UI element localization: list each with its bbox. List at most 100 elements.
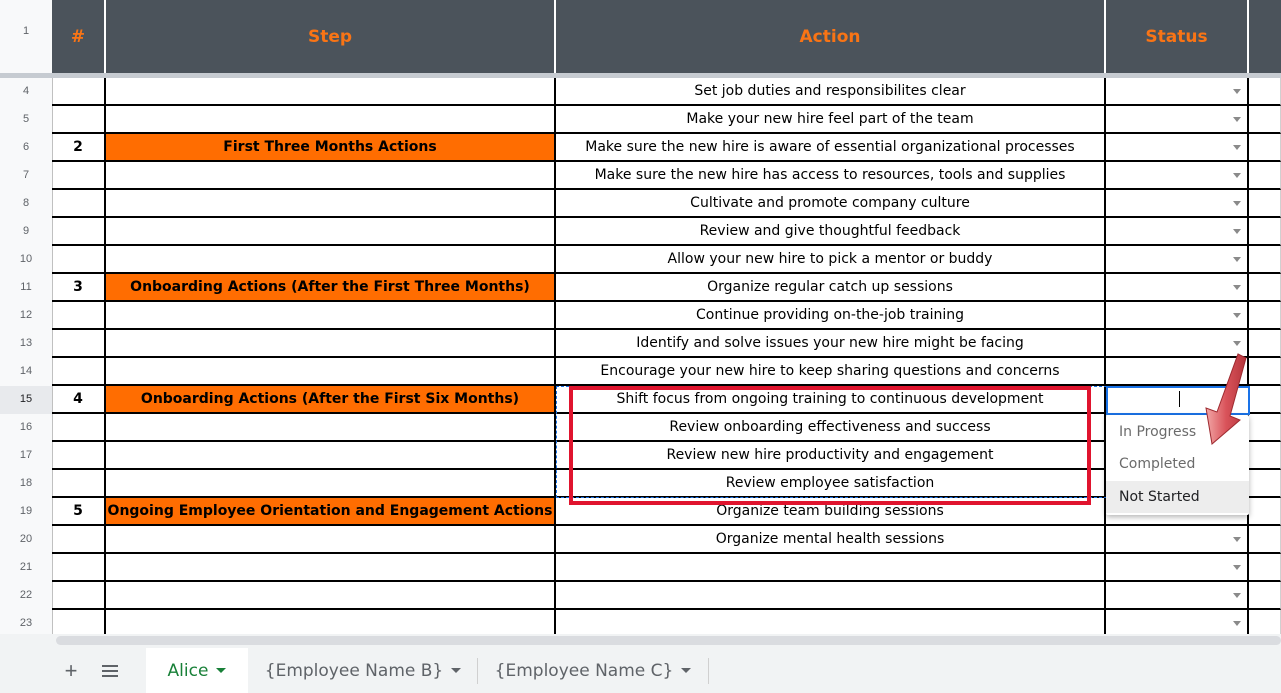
empty-cell[interactable] [1249, 246, 1281, 274]
empty-cell[interactable] [1249, 190, 1281, 218]
step-cell[interactable] [106, 190, 556, 218]
action-cell[interactable]: Review new hire productivity and engagem… [556, 442, 1106, 470]
step-cell[interactable] [106, 554, 556, 582]
empty-cell[interactable] [1249, 274, 1281, 302]
status-cell[interactable] [1106, 106, 1249, 134]
empty-cell[interactable] [1249, 302, 1281, 330]
row-header-11[interactable]: 11 [0, 274, 52, 302]
sheet-tab-alice[interactable]: Alice [146, 648, 248, 693]
status-cell[interactable] [1106, 190, 1249, 218]
step-cell[interactable] [106, 358, 556, 386]
action-cell[interactable]: Allow your new hire to pick a mentor or … [556, 246, 1106, 274]
chevron-down-icon[interactable] [1233, 228, 1241, 234]
number-cell[interactable] [52, 246, 106, 274]
action-cell[interactable]: Review and give thoughtful feedback [556, 218, 1106, 246]
empty-cell[interactable] [1249, 106, 1281, 134]
action-cell[interactable]: Identify and solve issues your new hire … [556, 330, 1106, 358]
empty-cell[interactable] [1249, 498, 1281, 526]
chevron-down-icon[interactable] [681, 668, 692, 673]
number-cell[interactable] [52, 582, 106, 610]
row-header-9[interactable]: 9 [0, 218, 52, 246]
step-cell[interactable]: Onboarding Actions (After the First Thre… [106, 274, 556, 302]
empty-cell[interactable] [1249, 162, 1281, 190]
row-header-21[interactable]: 21 [0, 554, 52, 582]
empty-cell[interactable] [1249, 582, 1281, 610]
action-cell[interactable]: Cultivate and promote company culture [556, 190, 1106, 218]
chevron-down-icon[interactable] [1233, 88, 1241, 94]
number-cell[interactable] [52, 190, 106, 218]
empty-cell[interactable] [1249, 134, 1281, 162]
empty-cell[interactable] [1249, 218, 1281, 246]
status-cell[interactable] [1106, 218, 1249, 246]
action-cell[interactable] [556, 582, 1106, 610]
step-cell[interactable] [106, 582, 556, 610]
chevron-down-icon[interactable] [1233, 312, 1241, 318]
dropdown-option-completed[interactable]: Completed [1106, 448, 1249, 480]
empty-cell[interactable] [1249, 554, 1281, 582]
number-cell[interactable] [52, 554, 106, 582]
number-cell[interactable] [52, 526, 106, 554]
sheet-tab-employee-c[interactable]: {Employee Name C} [479, 648, 707, 693]
row-header-18[interactable]: 18 [0, 470, 52, 498]
step-cell[interactable] [106, 330, 556, 358]
number-cell[interactable] [52, 470, 106, 498]
action-cell[interactable]: Organize team building sessions [556, 498, 1106, 526]
row-header-12[interactable]: 12 [0, 302, 52, 330]
step-cell[interactable] [106, 106, 556, 134]
action-cell[interactable]: Organize regular catch up sessions [556, 274, 1106, 302]
row-header-17[interactable]: 17 [0, 442, 52, 470]
status-cell[interactable] [1106, 554, 1249, 582]
step-cell[interactable] [106, 526, 556, 554]
row-header-15[interactable]: 15 [0, 386, 52, 414]
chevron-down-icon[interactable] [1233, 536, 1241, 542]
number-cell[interactable] [52, 106, 106, 134]
dropdown-option-not-started[interactable]: Not Started [1106, 481, 1249, 513]
step-cell[interactable] [106, 246, 556, 274]
action-cell[interactable]: Encourage your new hire to keep sharing … [556, 358, 1106, 386]
status-cell[interactable] [1106, 526, 1249, 554]
row-header-5[interactable]: 5 [0, 106, 52, 134]
step-cell[interactable]: First Three Months Actions [106, 134, 556, 162]
empty-cell[interactable] [1249, 78, 1281, 106]
action-cell[interactable]: Make your new hire feel part of the team [556, 106, 1106, 134]
row-header-6[interactable]: 6 [0, 134, 52, 162]
number-cell[interactable]: 3 [52, 274, 106, 302]
empty-cell[interactable] [1249, 526, 1281, 554]
menu-icon[interactable] [99, 648, 121, 693]
horizontal-scrollbar-thumb[interactable] [56, 636, 1281, 645]
row-header-20[interactable]: 20 [0, 526, 52, 554]
action-cell[interactable]: Continue providing on-the-job training [556, 302, 1106, 330]
plus-icon[interactable]: + [60, 648, 82, 693]
chevron-down-icon[interactable] [1233, 284, 1241, 290]
chevron-down-icon[interactable] [1233, 620, 1241, 626]
row-header-16[interactable]: 16 [0, 414, 52, 442]
action-cell[interactable]: Make sure the new hire is aware of essen… [556, 134, 1106, 162]
number-cell[interactable]: 2 [52, 134, 106, 162]
step-cell[interactable] [106, 442, 556, 470]
status-cell[interactable] [1106, 246, 1249, 274]
row-header-8[interactable]: 8 [0, 190, 52, 218]
sheet-tab-employee-b[interactable]: {Employee Name B} [250, 648, 476, 693]
row-header-22[interactable]: 22 [0, 582, 52, 610]
action-cell[interactable]: Review onboarding effectiveness and succ… [556, 414, 1106, 442]
action-cell[interactable]: Set job duties and responsibilites clear [556, 78, 1106, 106]
chevron-down-icon[interactable] [1233, 200, 1241, 206]
number-cell[interactable] [52, 414, 106, 442]
number-cell[interactable] [52, 330, 106, 358]
action-cell[interactable]: Shift focus from ongoing training to con… [556, 386, 1106, 414]
action-cell[interactable]: Make sure the new hire has access to res… [556, 162, 1106, 190]
step-cell[interactable] [106, 78, 556, 106]
number-cell[interactable] [52, 78, 106, 106]
number-cell[interactable] [52, 162, 106, 190]
row-header-7[interactable]: 7 [0, 162, 52, 190]
row-header-4[interactable]: 4 [0, 78, 52, 106]
row-header-14[interactable]: 14 [0, 358, 52, 386]
step-cell[interactable]: Onboarding Actions (After the First Six … [106, 386, 556, 414]
chevron-down-icon[interactable] [1233, 172, 1241, 178]
row-header-10[interactable]: 10 [0, 246, 52, 274]
chevron-down-icon[interactable] [1233, 564, 1241, 570]
status-cell[interactable] [1106, 274, 1249, 302]
number-cell[interactable] [52, 442, 106, 470]
chevron-down-icon[interactable] [1233, 256, 1241, 262]
empty-cell[interactable] [1249, 470, 1281, 498]
